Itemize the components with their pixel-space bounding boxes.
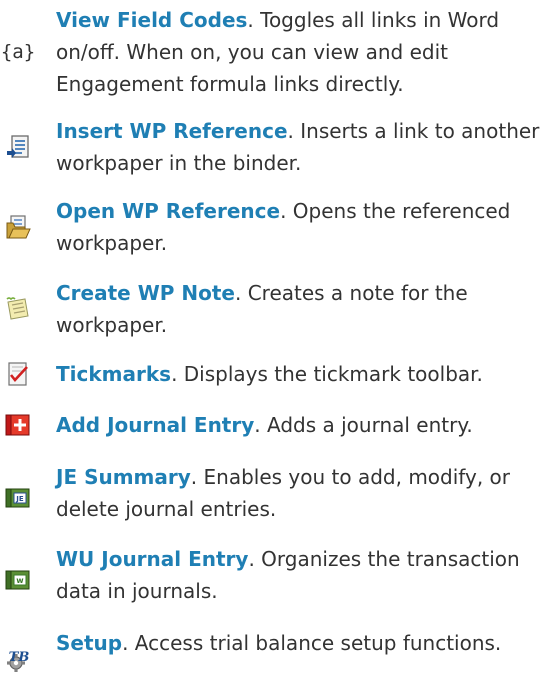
item-title[interactable]: Open WP Reference xyxy=(56,199,280,223)
item-title[interactable]: Add Journal Entry xyxy=(56,413,254,437)
item-title[interactable]: JE Summary xyxy=(56,465,191,489)
item-title[interactable]: Setup xyxy=(56,631,122,655)
svg-text:TB: TB xyxy=(9,650,30,665)
item-text: Tickmarks. Displays the tickmark toolbar… xyxy=(56,358,553,390)
item-text: Create WP Note. Creates a note for the w… xyxy=(56,277,553,341)
item-text: WU Journal Entry. Organizes the transact… xyxy=(56,543,553,607)
add-journal-entry-icon xyxy=(2,409,34,441)
insert-wp-reference-icon xyxy=(2,131,34,163)
item-text: Open WP Reference. Opens the referenced … xyxy=(56,195,553,259)
tickmarks-icon xyxy=(2,358,34,390)
item-text: Setup. Access trial balance setup functi… xyxy=(56,627,553,659)
item-description: . Adds a journal entry. xyxy=(254,413,473,437)
item-title[interactable]: Insert WP Reference xyxy=(56,119,288,143)
item-text: JE Summary. Enables you to add, modify, … xyxy=(56,461,553,525)
field-codes-icon: {a} xyxy=(0,41,36,63)
item-text: Add Journal Entry. Adds a journal entry. xyxy=(56,409,553,441)
item-title[interactable]: Create WP Note xyxy=(56,281,235,305)
svg-text:w: w xyxy=(16,576,24,585)
open-wp-reference-icon xyxy=(2,211,34,243)
wp-note-icon xyxy=(2,293,34,325)
wu-journal-entry-icon: w xyxy=(2,563,34,595)
item-text: Insert WP Reference. Inserts a link to a… xyxy=(56,115,553,179)
item-title[interactable]: WU Journal Entry xyxy=(56,547,248,571)
svg-text:JE: JE xyxy=(15,495,24,503)
tb-setup-icon: TB xyxy=(2,643,34,675)
item-text: View Field Codes. Toggles all links in W… xyxy=(56,4,553,100)
item-description: . Access trial balance setup functions. xyxy=(122,631,502,655)
item-title[interactable]: Tickmarks xyxy=(56,362,171,386)
item-title[interactable]: View Field Codes xyxy=(56,8,247,32)
je-summary-icon: JE xyxy=(2,481,34,513)
item-description: . Displays the tickmark toolbar. xyxy=(171,362,483,386)
